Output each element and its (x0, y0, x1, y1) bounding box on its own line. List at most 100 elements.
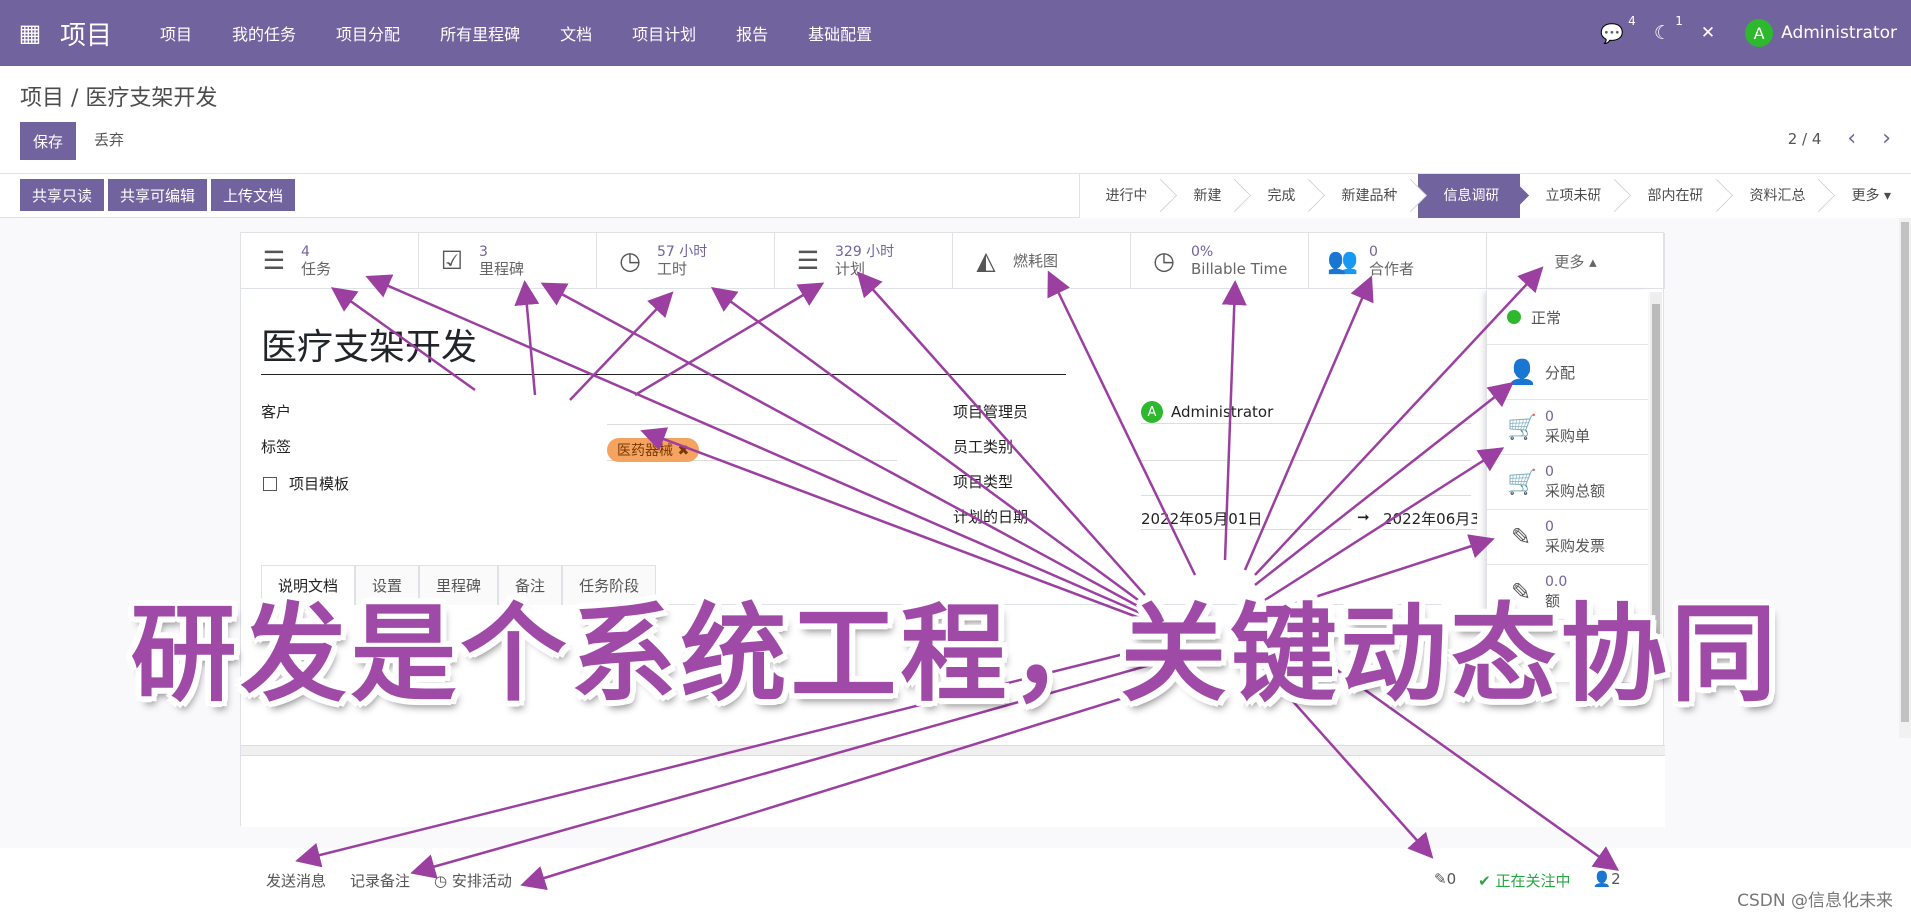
overlay-banner: 研发是个系统工程，关键动态协同 (130, 591, 1781, 716)
pager: 2 / 4 ‹ › (1788, 126, 1891, 151)
menu-item-reports[interactable]: 报告 (716, 21, 788, 45)
employee-type-label: 员工类别 (953, 438, 1014, 456)
dropdown-item-purchase-orders[interactable]: 🛒 0 采购单 (1487, 400, 1648, 455)
edit-icon: ✎ (1510, 523, 1532, 551)
avatar: A (1141, 401, 1163, 423)
dropdown-item-purchase-invoices[interactable]: ✎ 0 采购发票 (1487, 510, 1648, 565)
top-navbar: ▦ 项目 项目 我的任务 项目分配 所有里程碑 文档 项目计划 报告 基础配置 … (0, 0, 1911, 66)
manager-input[interactable]: A Administrator (1141, 401, 1471, 424)
menu-item-config[interactable]: 基础配置 (788, 21, 892, 45)
app-brand[interactable]: 项目 (60, 15, 112, 52)
chatter-actions: 发送消息 记录备注 ◷ 安排活动 (266, 870, 512, 891)
pager-next-icon[interactable]: › (1882, 126, 1891, 151)
project-type-label: 项目类型 (953, 473, 1014, 491)
template-checkbox[interactable] (263, 477, 277, 491)
chatter-topbar: 发送消息 记录备注 ◷ 安排活动 ✎0 ✔ 正在关注中 👤2 (0, 848, 1911, 914)
stage-pipeline: 进行中 新建 完成 新建品种 信息调研 立项未研 部内在研 资料汇总 更多 ▾ (1078, 174, 1911, 218)
editor-resize-handle[interactable] (241, 745, 1665, 755)
menu-item-plan[interactable]: 项目计划 (612, 21, 716, 45)
smart-button-plan[interactable]: ☰ 329 小时 计划 (775, 233, 953, 289)
pager-prev-icon[interactable]: ‹ (1847, 126, 1856, 151)
menu-item-my-tasks[interactable]: 我的任务 (212, 21, 316, 45)
dropdown-item-purchase-total[interactable]: 🛒 0 采购总额 (1487, 455, 1648, 510)
status-dot-icon (1507, 310, 1521, 324)
log-note-button[interactable]: 记录备注 (350, 870, 410, 891)
stage-new-variety[interactable]: 新建品种 (1315, 174, 1418, 218)
stage-in-progress[interactable]: 进行中 (1079, 174, 1168, 218)
dropdown-item-status[interactable]: 正常 (1487, 290, 1648, 345)
watermark: CSDN @信息化未来 (1737, 891, 1893, 911)
main-menu: 项目 我的任务 项目分配 所有里程碑 文档 项目计划 报告 基础配置 (140, 21, 892, 45)
dropdown-item-assign[interactable]: 👤 分配 (1487, 345, 1648, 400)
date-start-input[interactable]: 2022年05月01日 (1141, 508, 1351, 530)
debug-tools-icon[interactable]: ✕ (1701, 23, 1715, 43)
customer-input[interactable] (607, 401, 897, 425)
attachments-button[interactable]: ✎0 (1434, 870, 1456, 891)
project-type-input[interactable] (1141, 472, 1471, 496)
form-lower-area (241, 755, 1665, 827)
clock-icon: ☾ (1653, 22, 1671, 44)
control-panel: 项目 / 医疗支架开发 保存 丢弃 2 / 4 ‹ › (0, 66, 1911, 174)
tags-label: 标签 (261, 438, 292, 456)
send-message-button[interactable]: 发送消息 (266, 870, 326, 891)
smart-button-milestones[interactable]: ☑ 3 里程碑 (419, 233, 597, 289)
topbar-systray: 💬 4 ☾ 1 ✕ A Administrator (1600, 14, 1911, 47)
customer-label: 客户 (261, 403, 292, 421)
plan-icon: ☰ (796, 246, 820, 275)
menu-item-milestones[interactable]: 所有里程碑 (420, 21, 540, 45)
menu-item-assignment[interactable]: 项目分配 (316, 21, 420, 45)
messages-button[interactable]: 💬 4 (1600, 14, 1636, 45)
smart-button-collaborators[interactable]: 👥 0 合作者 (1309, 233, 1487, 289)
stage-more[interactable]: 更多 ▾ (1825, 174, 1911, 218)
upload-document-button[interactable]: 上传文档 (211, 179, 296, 211)
plan-date-label: 计划的日期 (953, 508, 1029, 526)
tag-badge[interactable]: 医药器械 ✖ (607, 438, 700, 462)
schedule-activity-button[interactable]: ◷ 安排活动 (434, 870, 512, 891)
clock-icon: ◷ (1153, 246, 1175, 275)
form-statusbar: 共享只读 共享可编辑 上传文档 进行中 新建 完成 新建品种 信息调研 立项未研… (0, 174, 1911, 218)
smart-button-more[interactable]: 更多 ▴ (1487, 233, 1665, 289)
stage-summary[interactable]: 资料汇总 (1723, 174, 1826, 218)
project-name-input[interactable]: 医疗支架开发 (261, 318, 1066, 375)
smart-button-timesheets[interactable]: ◷ 57 小时 工时 (597, 233, 775, 289)
tasks-icon: ☰ (262, 246, 286, 275)
stage-unstarted[interactable]: 立项未研 (1519, 174, 1622, 218)
smart-button-billable[interactable]: ◷ 0% Billable Time (1131, 233, 1309, 289)
stage-done[interactable]: 完成 (1241, 174, 1316, 218)
pager-value[interactable]: 2 / 4 (1788, 130, 1822, 148)
arrow-right-icon: ➞ (1357, 508, 1370, 526)
area-chart-icon: ◭ (976, 246, 996, 275)
check-square-icon: ☑ (440, 246, 464, 275)
manager-label: 项目管理员 (953, 403, 1029, 421)
smart-buttons: ☰ 4 任务 ☑ 3 里程碑 ◷ 57 小时 工时 ☰ 329 小时 计划 ◭ 燃耗图 … (241, 233, 1665, 289)
activities-count: 1 (1675, 14, 1683, 28)
clock-icon: ◷ (619, 246, 641, 275)
save-button[interactable]: 保存 (20, 122, 77, 160)
stage-research[interactable]: 信息调研 (1417, 174, 1520, 218)
user-menu[interactable]: A Administrator (1745, 19, 1897, 47)
date-end-input[interactable]: 2022年06月30 (1383, 508, 1477, 530)
employee-type-input[interactable] (1141, 437, 1471, 461)
share-editable-button[interactable]: 共享可编辑 (108, 179, 208, 211)
discard-button[interactable]: 丢弃 (94, 122, 124, 160)
stage-internal[interactable]: 部内在研 (1621, 174, 1724, 218)
share-readonly-button[interactable]: 共享只读 (20, 179, 105, 211)
followers-button[interactable]: 👤2 (1592, 870, 1620, 891)
menu-item-documents[interactable]: 文档 (540, 21, 612, 45)
smart-button-tasks[interactable]: ☰ 4 任务 (241, 233, 419, 289)
stage-new[interactable]: 新建 (1167, 174, 1242, 218)
breadcrumb[interactable]: 项目 / 医疗支架开发 (20, 80, 217, 112)
activities-button[interactable]: ☾ 1 (1653, 14, 1683, 44)
chat-icon: 💬 (1600, 22, 1624, 45)
template-label: 项目模板 (289, 475, 350, 493)
menu-item-project[interactable]: 项目 (140, 21, 212, 45)
smart-button-burndown[interactable]: ◭ 燃耗图 (953, 233, 1131, 289)
users-icon: 👥 (1327, 246, 1359, 275)
apps-grid-icon[interactable]: ▦ (0, 0, 60, 66)
messages-count: 4 (1628, 13, 1636, 28)
chatter-followers: ✎0 ✔ 正在关注中 👤2 (1434, 870, 1621, 891)
header-buttons: 共享只读 共享可编辑 上传文档 (20, 179, 296, 211)
avatar: A (1745, 19, 1774, 47)
user-name: Administrator (1781, 23, 1897, 43)
following-button[interactable]: ✔ 正在关注中 (1478, 870, 1570, 891)
